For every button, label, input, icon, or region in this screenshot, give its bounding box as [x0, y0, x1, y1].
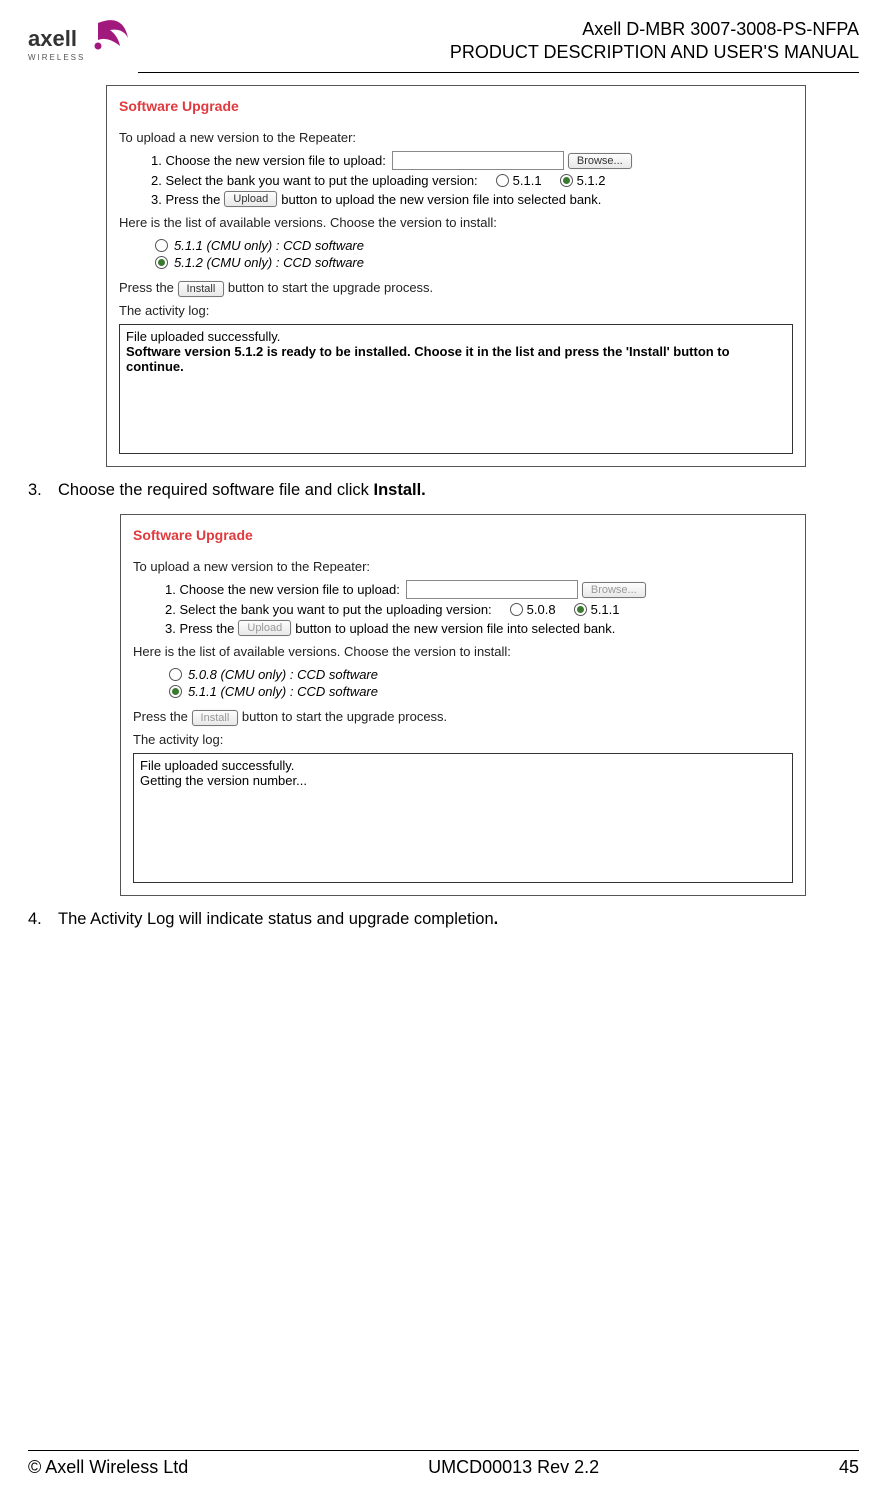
step-3-pre: 3. Press the — [165, 621, 234, 636]
install-row: Press the Install button to start the up… — [119, 280, 793, 297]
version-radio[interactable] — [169, 668, 182, 681]
bank-radio-a[interactable] — [510, 603, 523, 616]
version-row: 5.1.1 (CMU only) : CCD software — [169, 684, 793, 699]
log-label: The activity log: — [119, 303, 793, 318]
step-1-row: 1. Choose the new version file to upload… — [165, 580, 793, 599]
step-text: The Activity Log will indicate status an… — [58, 910, 498, 929]
install-button[interactable]: Install — [178, 281, 225, 297]
step-3-post: button to upload the new version file in… — [295, 621, 615, 636]
upgrade-panel-2: Software Upgrade To upload a new version… — [120, 514, 806, 896]
doc-model: Axell D-MBR 3007-3008-PS-NFPA — [450, 18, 859, 41]
step-1-row: 1. Choose the new version file to upload… — [151, 151, 793, 170]
step-number: 4. — [28, 910, 58, 929]
press-post: button to start the upgrade process. — [228, 280, 433, 295]
version-label: 5.1.2 (CMU only) : CCD software — [174, 255, 364, 270]
page-header: axell WIRELESS Axell D-MBR 3007-3008-PS-… — [28, 18, 859, 68]
step-3-row: 3. Press the Upload button to upload the… — [165, 620, 793, 636]
bank-radio-a[interactable] — [496, 174, 509, 187]
version-list: 5.1.1 (CMU only) : CCD software 5.1.2 (C… — [155, 238, 793, 270]
step-2-label: 2. Select the bank you want to put the u… — [165, 602, 492, 617]
upgrade-panel-1: Software Upgrade To upload a new version… — [106, 85, 806, 467]
panel-title: Software Upgrade — [119, 98, 793, 114]
bank-a-label: 5.0.8 — [527, 602, 556, 617]
step-text: Choose the required software file and cl… — [58, 481, 426, 500]
bank-a-label: 5.1.1 — [513, 173, 542, 188]
step-number: 3. — [28, 481, 58, 500]
footer-right: 45 — [839, 1457, 859, 1478]
header-text: Axell D-MBR 3007-3008-PS-NFPA PRODUCT DE… — [450, 18, 859, 65]
version-list: 5.0.8 (CMU only) : CCD software 5.1.1 (C… — [169, 667, 793, 699]
version-radio[interactable] — [169, 685, 182, 698]
activity-log: File uploaded successfully. Getting the … — [133, 753, 793, 883]
intro-text: To upload a new version to the Repeater: — [133, 559, 793, 574]
install-row: Press the Install button to start the up… — [133, 709, 793, 726]
step-1-label: 1. Choose the new version file to upload… — [151, 153, 386, 168]
log-line: File uploaded successfully. — [126, 329, 786, 344]
bank-radio-b[interactable] — [574, 603, 587, 616]
version-label: 5.1.1 (CMU only) : CCD software — [174, 238, 364, 253]
company-logo: axell WIRELESS — [28, 18, 133, 68]
footer-center: UMCD00013 Rev 2.2 — [428, 1457, 599, 1478]
upload-button[interactable]: Upload — [238, 620, 291, 636]
doc-title: PRODUCT DESCRIPTION AND USER'S MANUAL — [450, 41, 859, 64]
page-footer: © Axell Wireless Ltd UMCD00013 Rev 2.2 4… — [28, 1450, 859, 1478]
step-2-label: 2. Select the bank you want to put the u… — [151, 173, 478, 188]
bank-b-label: 5.1.1 — [591, 602, 620, 617]
log-line: Getting the version number... — [140, 773, 786, 788]
install-button[interactable]: Install — [192, 710, 239, 726]
intro-text: To upload a new version to the Repeater: — [119, 130, 793, 145]
version-label: 5.0.8 (CMU only) : CCD software — [188, 667, 378, 682]
axell-logo-icon: axell WIRELESS — [28, 18, 133, 68]
panel-title: Software Upgrade — [133, 527, 793, 543]
svg-text:WIRELESS: WIRELESS — [28, 53, 85, 62]
press-pre: Press the — [133, 709, 188, 724]
instruction-step-4: 4. The Activity Log will indicate status… — [28, 910, 859, 929]
version-label: 5.1.1 (CMU only) : CCD software — [188, 684, 378, 699]
log-line: Software version 5.1.2 is ready to be in… — [126, 344, 786, 374]
step-1-label: 1. Choose the new version file to upload… — [165, 582, 400, 597]
log-line: File uploaded successfully. — [140, 758, 786, 773]
instruction-step-3: 3. Choose the required software file and… — [28, 481, 859, 500]
file-input[interactable] — [406, 580, 578, 599]
header-rule — [138, 72, 859, 73]
available-versions-text: Here is the list of available versions. … — [133, 644, 793, 659]
press-post: button to start the upgrade process. — [242, 709, 447, 724]
footer-left: © Axell Wireless Ltd — [28, 1457, 188, 1478]
version-row: 5.1.1 (CMU only) : CCD software — [155, 238, 793, 253]
svg-text:axell: axell — [28, 26, 77, 51]
step-3-post: button to upload the new version file in… — [281, 192, 601, 207]
version-radio[interactable] — [155, 239, 168, 252]
upload-button[interactable]: Upload — [224, 191, 277, 207]
activity-log: File uploaded successfully. Software ver… — [119, 324, 793, 454]
available-versions-text: Here is the list of available versions. … — [119, 215, 793, 230]
step-2-row: 2. Select the bank you want to put the u… — [165, 602, 793, 617]
step-2-row: 2. Select the bank you want to put the u… — [151, 173, 793, 188]
version-row: 5.0.8 (CMU only) : CCD software — [169, 667, 793, 682]
browse-button[interactable]: Browse... — [568, 153, 632, 169]
bank-b-label: 5.1.2 — [577, 173, 606, 188]
step-3-row: 3. Press the Upload button to upload the… — [151, 191, 793, 207]
press-pre: Press the — [119, 280, 174, 295]
step-3-pre: 3. Press the — [151, 192, 220, 207]
file-input[interactable] — [392, 151, 564, 170]
bank-radio-b[interactable] — [560, 174, 573, 187]
version-radio[interactable] — [155, 256, 168, 269]
browse-button[interactable]: Browse... — [582, 582, 646, 598]
version-row: 5.1.2 (CMU only) : CCD software — [155, 255, 793, 270]
log-label: The activity log: — [133, 732, 793, 747]
